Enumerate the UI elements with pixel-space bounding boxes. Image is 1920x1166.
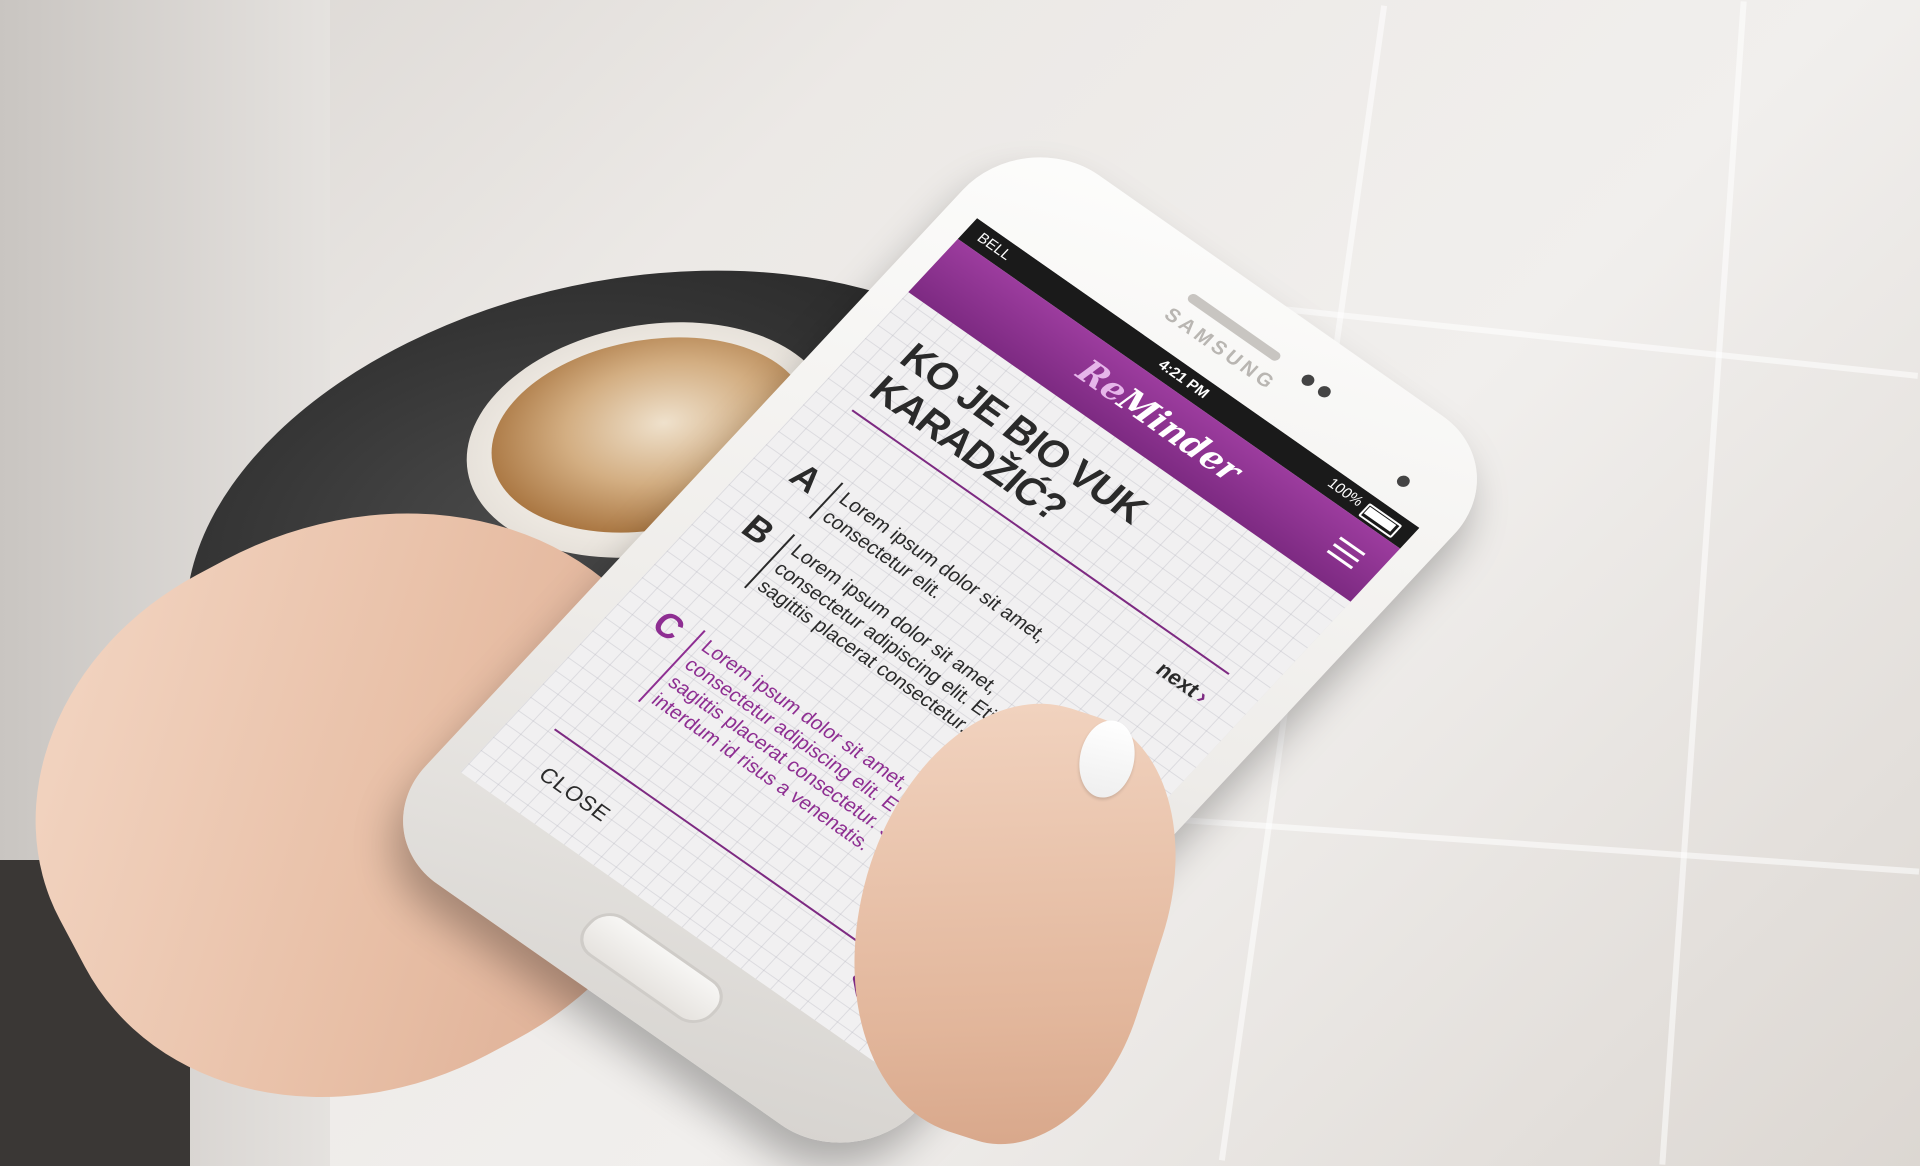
hamburger-menu-icon[interactable] [1326, 536, 1366, 570]
close-button[interactable]: CLOSE [533, 762, 616, 827]
answer-letter: C [644, 603, 694, 649]
answer-letter: A [781, 455, 832, 501]
sensor-icon [1315, 383, 1334, 400]
front-camera-icon [1298, 372, 1318, 389]
proximity-sensor-icon [1394, 473, 1413, 490]
next-button[interactable]: next› [1150, 657, 1215, 709]
next-label: next [1150, 657, 1206, 702]
photo-scene: SAMSUNG BELL 4:21 PM 100% ReMinder KO JE… [0, 0, 1920, 1166]
answer-letter: B [733, 506, 784, 553]
